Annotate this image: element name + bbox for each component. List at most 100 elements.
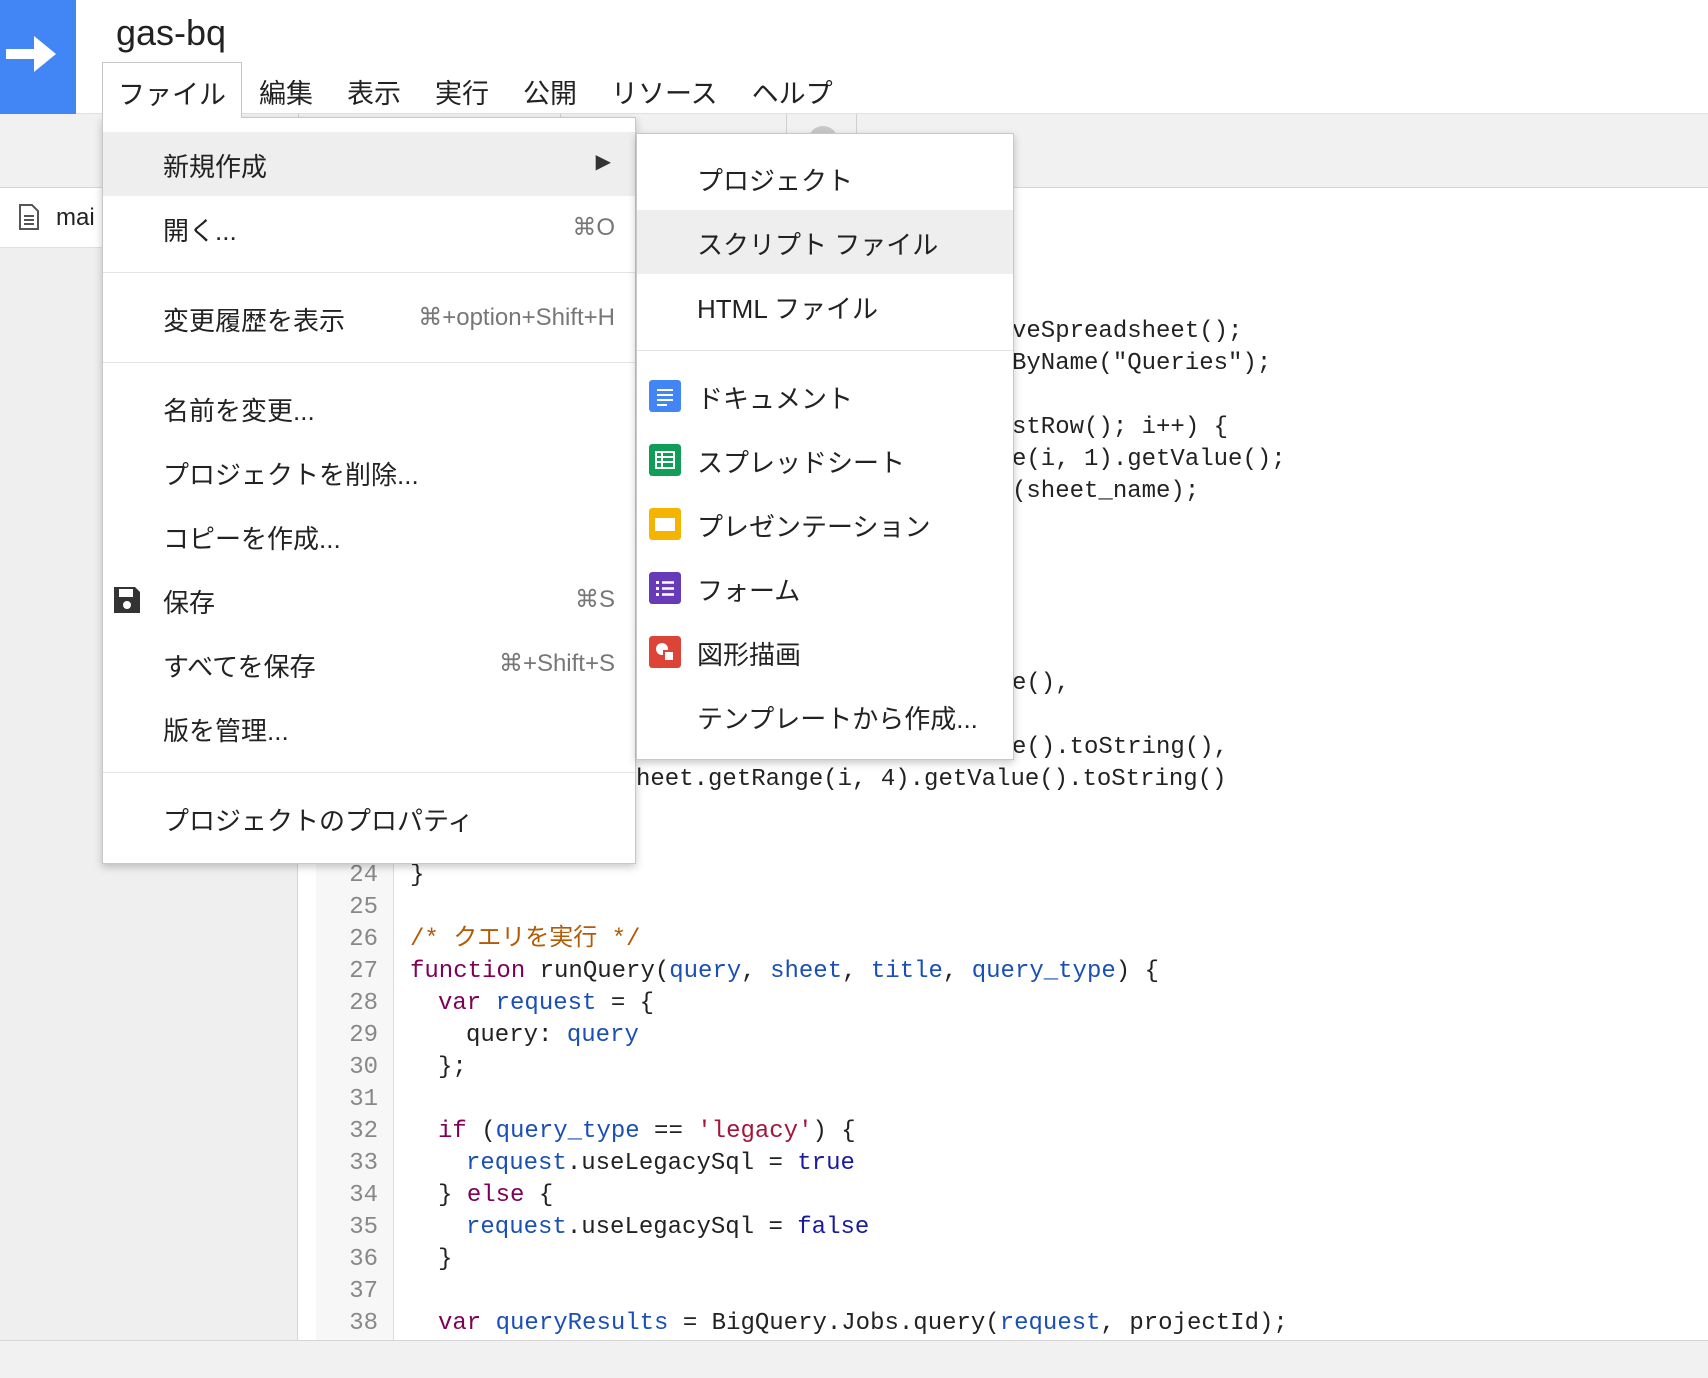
menu-item-label: HTML ファイル [697,294,879,324]
file-menu-dropdown: 新規作成 ▶ 開く... ⌘O 変更履歴を表示 ⌘+option+Shift+H… [102,117,636,864]
line-number: 24 [349,862,378,889]
menu-item-label: スクリプト ファイル [697,230,939,260]
menu-run[interactable]: 実行 [418,62,506,118]
menu-item-shortcut: ⌘O [572,214,615,241]
code-token: , projectId); [1100,1310,1288,1337]
menu-item-label: プロジェクト [697,166,854,196]
code-line: request.useLegacySql = true [466,1148,855,1180]
code-token: } [438,1246,453,1273]
code-token: ) { [812,1118,856,1145]
menu-item-manage-versions[interactable]: 版を管理... [103,696,635,760]
code-variable: query_type [971,958,1116,985]
code-literal: false [797,1214,870,1241]
submenu-item-form[interactable]: フォーム [637,556,1013,620]
new-submenu: プロジェクト スクリプト ファイル HTML ファイル ドキュメント スプレッド… [636,133,1014,760]
menu-item-save-all[interactable]: すべてを保存 ⌘+Shift+S [103,632,635,696]
document-icon [19,204,39,230]
code-token: ) { [1115,958,1159,985]
code-line: /* クエリを実行 */ [410,924,640,956]
submenu-item-project[interactable]: プロジェクト [637,146,1013,210]
code-line: e(i, 1).getValue(); [1012,444,1286,476]
menu-separator [103,362,635,363]
code-variable: request [999,1310,1101,1337]
line-number: 37 [349,1278,378,1305]
menu-item-label: プレゼンテーション [697,512,931,542]
menu-item-open[interactable]: 開く... ⌘O [103,196,635,260]
submenu-item-drawing[interactable]: 図形描画 [637,620,1013,684]
menu-file[interactable]: ファイル [102,62,242,118]
code-line: heet.getRange(i, 4).getValue().toString(… [636,764,1227,796]
menu-publish[interactable]: 公開 [506,62,594,118]
code-text: e(i, 1).getValue(); [1012,446,1286,473]
code-token: { [524,1182,554,1209]
code-text: e(), [1012,670,1070,697]
menu-resources[interactable]: リソース [594,62,735,118]
menu-item-label: 名前を変更... [163,396,315,426]
menu-item-project-properties[interactable]: プロジェクトのプロパティ [103,786,635,850]
submenu-item-document[interactable]: ドキュメント [637,364,1013,428]
code-variable: query [669,958,742,985]
code-line: var queryResults = BigQuery.Jobs.query(r… [438,1308,1288,1340]
code-token: == [639,1118,698,1145]
menu-item-make-copy[interactable]: コピーを作成... [103,504,635,568]
menu-item-label: 図形描画 [697,640,802,670]
google-docs-icon [649,380,681,412]
code-keyword: var [438,990,482,1017]
submenu-item-from-template[interactable]: テンプレートから作成... [637,684,1013,748]
code-token: = { [596,990,655,1017]
menu-item-shortcut: ⌘+Shift+S [498,650,615,677]
code-token: query: [466,1022,567,1049]
code-keyword: if [438,1118,467,1145]
menu-edit[interactable]: 編集 [242,62,330,118]
apps-script-logo[interactable] [0,0,76,114]
code-token: }; [438,1054,467,1081]
menu-item-label: フォーム [697,576,801,606]
line-number: 26 [349,926,378,953]
code-line: e().toString(), [1012,732,1228,764]
menu-item-label: コピーを作成... [163,524,341,554]
code-variable: title [870,958,943,985]
menu-view[interactable]: 表示 [330,62,418,118]
code-line: query: query [466,1020,639,1052]
menu-item-label: プロジェクトを削除... [163,460,419,490]
code-text: veSpreadsheet(); [1012,318,1243,345]
code-text: (sheet_name); [1012,478,1200,505]
code-literal: true [797,1150,855,1177]
code-variable: query_type [495,1118,640,1145]
menu-item-label: 版を管理... [163,716,289,746]
menu-item-save[interactable]: 保存 ⌘S [103,568,635,632]
menu-item-label: 変更履歴を表示 [163,306,346,336]
code-token: .useLegacySql = [566,1150,798,1177]
menu-item-new[interactable]: 新規作成 ▶ [103,132,635,196]
menu-bar: ファイル 編集 表示 実行 公開 リソース ヘルプ [102,62,850,118]
menu-item-delete-project[interactable]: プロジェクトを削除... [103,440,635,504]
menu-item-label: スプレッドシート [697,448,906,478]
submenu-item-spreadsheet[interactable]: スプレッドシート [637,428,1013,492]
submenu-item-script-file[interactable]: スクリプト ファイル [637,210,1013,274]
google-drawings-icon [649,636,681,668]
code-variable: request [481,990,597,1017]
code-variable: queryResults [481,1310,669,1337]
code-variable: request [466,1214,567,1241]
code-line: } [410,860,424,892]
submenu-item-html-file[interactable]: HTML ファイル [637,274,1013,338]
code-line: e(), [1012,668,1070,700]
floppy-disk-icon [114,587,140,613]
code-text: ByName("Queries"); [1012,350,1272,377]
line-number: 27 [349,958,378,985]
submenu-item-presentation[interactable]: プレゼンテーション [637,492,1013,556]
code-token: , [741,958,771,985]
code-variable: query [566,1022,639,1049]
menu-item-label: プロジェクトのプロパティ [163,806,474,836]
menu-item-rename[interactable]: 名前を変更... [103,376,635,440]
menu-item-version-history[interactable]: 変更履歴を表示 ⌘+option+Shift+H [103,286,635,350]
line-number: 35 [349,1214,378,1241]
menu-help[interactable]: ヘルプ [735,62,850,118]
project-title[interactable]: gas-bq [116,12,226,54]
file-name: mai [56,204,95,231]
code-line: (sheet_name); [1012,476,1199,508]
menu-item-label: テンプレートから作成... [697,704,978,734]
code-string: 'legacy' [697,1118,813,1145]
arrow-right-icon [6,36,56,72]
code-line: var request = { [438,988,654,1020]
